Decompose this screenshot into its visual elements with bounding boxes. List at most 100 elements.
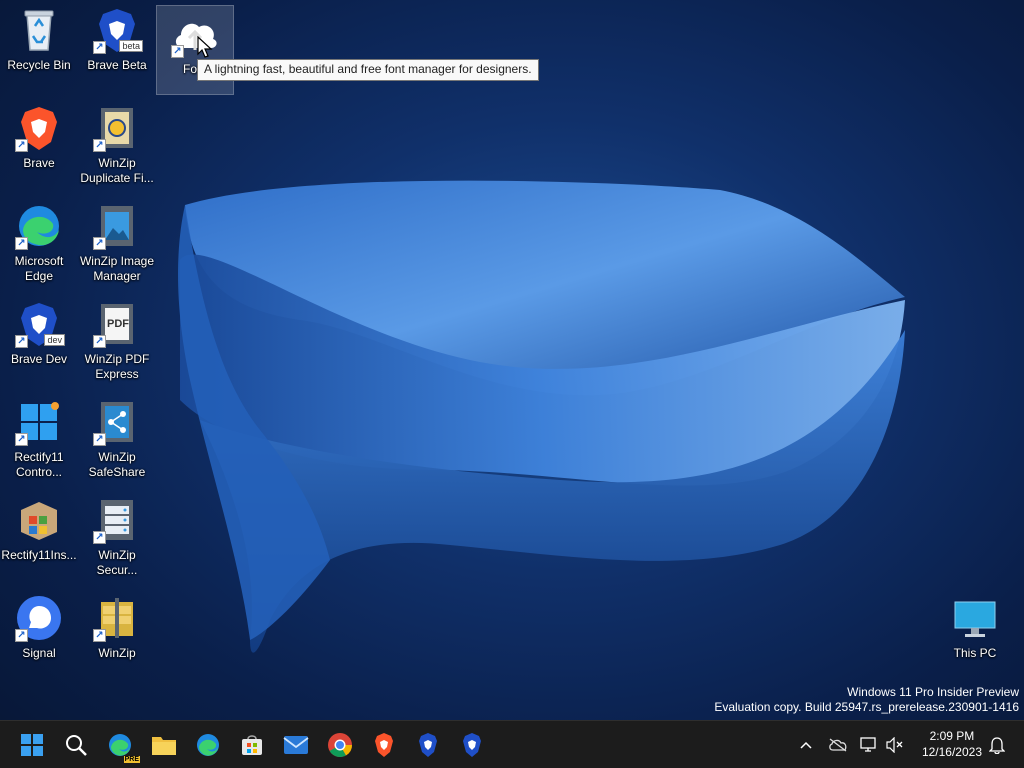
- pdf-label: PDF: [107, 318, 129, 330]
- network-icon: [860, 737, 876, 752]
- volume-muted-icon: [886, 737, 903, 753]
- shortcut-arrow-icon: ↗: [93, 237, 106, 250]
- shortcut-arrow-icon: ↗: [93, 531, 106, 544]
- desktop-icon-signal[interactable]: ↗ Signal: [0, 590, 78, 680]
- chevron-up-icon: [800, 741, 812, 749]
- shortcut-arrow-icon: ↗: [15, 629, 28, 642]
- brave-beta-icon: [419, 733, 437, 757]
- shortcut-arrow-icon: ↗: [15, 139, 28, 152]
- file-explorer-icon: [152, 737, 176, 755]
- search-icon: [66, 735, 87, 756]
- desktop-icon-label: Brave Beta: [87, 58, 147, 72]
- taskbar-mail[interactable]: [280, 729, 312, 761]
- desktop-icon-rectify11-control[interactable]: ↗ Rectify11 Contro...: [0, 394, 78, 484]
- desktop-icon-label: Signal: [22, 646, 56, 660]
- edge-icon: ↗: [15, 202, 63, 250]
- desktop-icon-label: Rectify11Ins...: [1, 548, 77, 562]
- taskbar-clock[interactable]: 2:09 PM 12/16/2023: [922, 728, 982, 760]
- search-button[interactable]: [60, 729, 92, 761]
- bell-icon: [989, 737, 1005, 754]
- winzip-icon: ↗: [93, 594, 141, 642]
- winzip-secure-backup-icon: ↗: [93, 496, 141, 544]
- rectify11-control-icon: ↗: [15, 398, 63, 446]
- desktop-icon-label: WinZip Duplicate Fi...: [80, 156, 154, 185]
- shortcut-arrow-icon: ↗: [93, 629, 106, 642]
- beta-badge: beta: [119, 40, 143, 52]
- shortcut-arrow-icon: ↗: [15, 335, 28, 348]
- mail-icon: [283, 736, 309, 754]
- taskbar: PRE 2:09 PM 12/16/2023: [0, 720, 1024, 768]
- desktop-icon-this-pc[interactable]: This PC: [936, 590, 1014, 680]
- shortcut-arrow-icon: ↗: [15, 433, 28, 446]
- desktop-icon-label: WinZip Secur...: [96, 548, 138, 577]
- desktop-icon-winzip-duplicate-finder[interactable]: ↗ WinZip Duplicate Fi...: [78, 100, 156, 190]
- desktop-icon-winzip-pdf-express[interactable]: PDF ↗ WinZip PDF Express: [78, 296, 156, 386]
- volume-tray[interactable]: [884, 729, 906, 761]
- watermark-build: Evaluation copy. Build 25947.rs_prerelea…: [714, 700, 1019, 714]
- brave-icon: [375, 733, 393, 757]
- desktop-icon-winzip-secure-backup[interactable]: ↗ WinZip Secur...: [78, 492, 156, 582]
- taskbar-edge[interactable]: [192, 729, 224, 761]
- start-button[interactable]: [16, 729, 48, 761]
- brave-dev-icon: [463, 733, 481, 757]
- cloud-offline-icon: [829, 738, 847, 752]
- icon-tooltip: A lightning fast, beautiful and free fon…: [197, 59, 539, 81]
- chrome-icon: [328, 733, 352, 758]
- taskbar-microsoft-store[interactable]: [236, 729, 268, 761]
- shortcut-arrow-icon: ↗: [15, 237, 28, 250]
- shortcut-arrow-icon: ↗: [93, 41, 106, 54]
- winzip-duplicate-finder-icon: ↗: [93, 104, 141, 152]
- taskbar-brave[interactable]: [368, 729, 400, 761]
- desktop-icon-brave[interactable]: ↗ Brave: [0, 100, 78, 190]
- winzip-pdf-express-icon: PDF ↗: [93, 300, 141, 348]
- winzip-image-manager-icon: ↗: [93, 202, 141, 250]
- taskbar-brave-dev[interactable]: [456, 729, 488, 761]
- desktop-icon-winzip-image-manager[interactable]: ↗ WinZip Image Manager: [78, 198, 156, 288]
- start-icon: [21, 734, 43, 756]
- shortcut-arrow-icon: ↗: [93, 139, 106, 152]
- signal-icon: ↗: [15, 594, 63, 642]
- edge-icon: [197, 734, 219, 756]
- desktop-icon-microsoft-edge[interactable]: ↗ Microsoft Edge: [0, 198, 78, 288]
- desktop-icon-label: WinZip: [98, 646, 136, 660]
- shortcut-arrow-icon: ↗: [171, 45, 184, 58]
- rectify11-installer-icon: [15, 496, 63, 544]
- shortcut-arrow-icon: ↗: [93, 335, 106, 348]
- onedrive-tray[interactable]: [826, 729, 850, 761]
- build-watermark: Windows 11 Pro Insider Preview Evaluatio…: [714, 685, 1019, 715]
- desktop-icon-label: Rectify11 Contro...: [14, 450, 64, 479]
- microsoft-store-icon: [242, 735, 262, 755]
- desktop-icon-label: This PC: [953, 646, 997, 660]
- desktop-icon-brave-beta[interactable]: beta ↗ Brave Beta: [78, 2, 156, 92]
- brave-beta-icon: beta ↗: [93, 6, 143, 54]
- desktop-icon-label: WinZip PDF Express: [84, 352, 150, 381]
- pre-badge: PRE: [123, 756, 140, 763]
- shortcut-arrow-icon: ↗: [93, 433, 106, 446]
- network-tray[interactable]: [858, 729, 880, 761]
- desktop-icon-brave-dev[interactable]: dev ↗ Brave Dev: [0, 296, 78, 386]
- recycle-bin-icon: [15, 6, 63, 54]
- desktop-icon-font-manager[interactable]: ↗ Font: [156, 5, 234, 95]
- desktop-icon-label: Brave: [23, 156, 55, 170]
- desktop-icon-winzip[interactable]: ↗ WinZip: [78, 590, 156, 680]
- taskbar-brave-beta[interactable]: [412, 729, 444, 761]
- desktop-icon-label: Microsoft Edge: [14, 254, 64, 283]
- desktop-icon-label: WinZip Image Manager: [79, 254, 155, 283]
- desktop-icon-label: Recycle Bin: [7, 58, 71, 72]
- taskbar-edge-dev[interactable]: PRE: [104, 729, 140, 763]
- brave-icon: ↗: [15, 104, 63, 152]
- clock-date: 12/16/2023: [921, 745, 982, 759]
- winzip-safeshare-icon: ↗: [93, 398, 141, 446]
- desktop-icon-label: WinZip SafeShare: [88, 450, 146, 479]
- clock-time: 2:09 PM: [929, 729, 975, 743]
- show-hidden-icons-button[interactable]: [796, 729, 816, 761]
- notifications-button[interactable]: [986, 729, 1008, 761]
- brave-dev-icon: dev ↗: [15, 300, 65, 348]
- desktop-icon-rectify11-installer[interactable]: Rectify11Ins...: [0, 492, 78, 582]
- dev-badge: dev: [44, 334, 65, 346]
- taskbar-chrome[interactable]: [324, 729, 356, 761]
- desktop-icon-winzip-safeshare[interactable]: ↗ WinZip SafeShare: [78, 394, 156, 484]
- taskbar-file-explorer[interactable]: [148, 729, 180, 761]
- desktop-icon-recycle-bin[interactable]: Recycle Bin: [0, 2, 78, 92]
- desktop-icon-label: Brave Dev: [10, 352, 68, 366]
